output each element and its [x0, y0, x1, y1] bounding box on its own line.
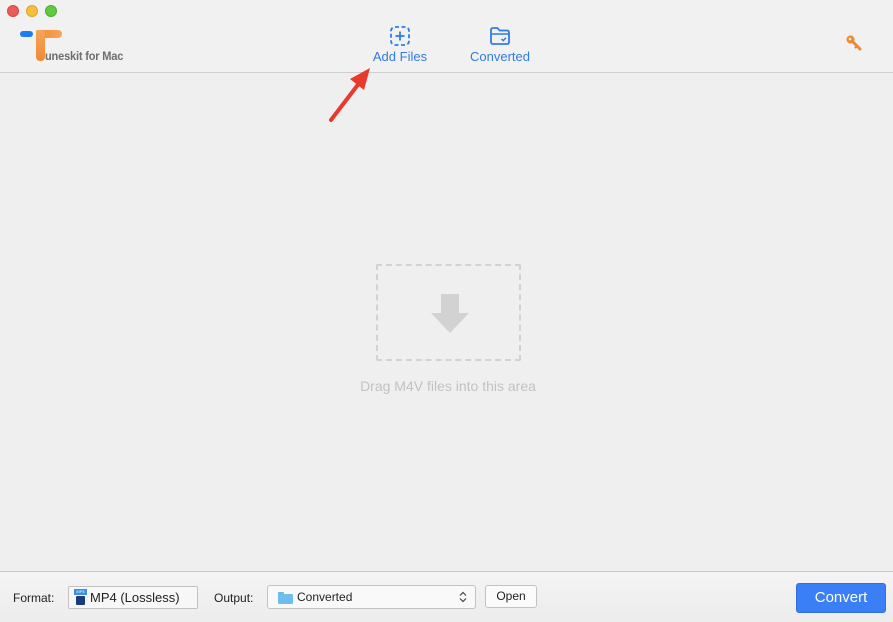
- convert-button[interactable]: Convert: [796, 583, 886, 613]
- minimize-window-button[interactable]: [26, 5, 38, 17]
- close-window-button[interactable]: [7, 5, 19, 17]
- format-selector[interactable]: MP4 MP4 (Lossless): [68, 586, 198, 609]
- dashed-plus-square-icon: [390, 26, 410, 46]
- logo-t-stem: [36, 30, 45, 61]
- format-label: Format:: [13, 591, 55, 605]
- logo-blue-dash: [20, 31, 33, 37]
- toolbar: uneskit for Mac Add Files Converted: [0, 0, 893, 73]
- add-files-label: Add Files: [372, 49, 428, 64]
- folder-check-icon: [490, 27, 510, 45]
- app-logo: uneskit for Mac: [19, 28, 139, 64]
- key-icon[interactable]: [845, 34, 863, 52]
- bottom-bar: Format: MP4 MP4 (Lossless) Output: Conve…: [0, 571, 893, 622]
- window-controls: [7, 5, 57, 17]
- converted-button[interactable]: Converted: [465, 25, 535, 64]
- logo-text: uneskit for Mac: [45, 49, 124, 63]
- format-value: MP4 (Lossless): [90, 590, 180, 605]
- output-value: Converted: [297, 590, 353, 604]
- app-window: uneskit for Mac Add Files Converted Drag…: [0, 0, 893, 622]
- folder-icon: [278, 591, 293, 604]
- drop-hint-text: Drag M4V files into this area: [360, 378, 536, 394]
- mp4-format-icon: MP4: [74, 589, 87, 606]
- output-folder-select[interactable]: Converted: [267, 585, 476, 609]
- chevron-updown-icon: [459, 591, 467, 603]
- drop-zone-box[interactable]: [376, 264, 521, 361]
- download-arrow-icon: [431, 294, 469, 333]
- converted-label: Converted: [470, 49, 530, 64]
- open-button[interactable]: Open: [485, 585, 537, 608]
- maximize-window-button[interactable]: [45, 5, 57, 17]
- output-label: Output:: [214, 591, 254, 605]
- drop-area[interactable]: Drag M4V files into this area: [0, 74, 893, 571]
- add-files-button[interactable]: Add Files: [369, 25, 431, 64]
